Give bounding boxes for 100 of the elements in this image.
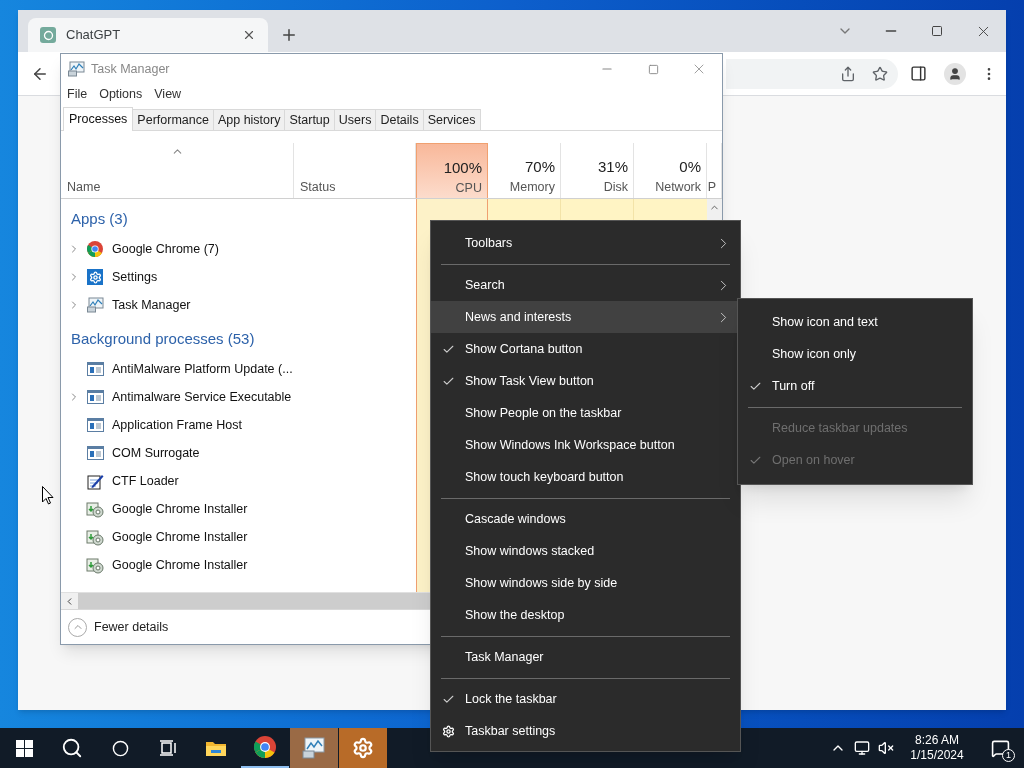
- column-header[interactable]: Name: [61, 143, 294, 198]
- windows-logo-icon: [15, 739, 33, 757]
- side-panel-icon[interactable]: [909, 65, 927, 82]
- mouse-pointer-icon: [42, 486, 54, 505]
- clock-time: 8:26 AM: [915, 733, 959, 748]
- maximize-icon[interactable]: [931, 25, 943, 37]
- column-label: Status: [300, 179, 336, 196]
- tab[interactable]: Performance: [133, 109, 214, 130]
- tab[interactable]: App history: [213, 109, 286, 130]
- process-name: Application Frame Host: [112, 416, 242, 434]
- menu-item[interactable]: Turn off: [738, 370, 972, 402]
- menu-item[interactable]: Show Cortana button: [431, 333, 740, 365]
- star-icon[interactable]: [872, 65, 888, 82]
- gear-icon: [352, 737, 374, 759]
- menu-item[interactable]: Options: [99, 84, 143, 104]
- new-tab-icon[interactable]: [280, 26, 298, 44]
- notification-icon[interactable]: [990, 738, 1010, 758]
- monitor-chart-icon: [86, 297, 104, 313]
- menu-item[interactable]: Lock the taskbar: [431, 683, 740, 715]
- notepad-pen-icon: [86, 472, 104, 490]
- column-header[interactable]: 0% Network: [634, 143, 707, 198]
- window-icon: [86, 446, 104, 460]
- tab[interactable]: Processes: [63, 107, 134, 131]
- close-icon[interactable]: [242, 28, 256, 42]
- volume-muted-icon[interactable]: [878, 740, 894, 756]
- menu-item[interactable]: Show Task View button: [431, 365, 740, 397]
- tab[interactable]: Details: [376, 109, 424, 130]
- installer-icon: [86, 528, 104, 546]
- group-heading: Background processes (53): [71, 329, 255, 349]
- menu-item[interactable]: Task Manager: [431, 641, 740, 673]
- menu-item: Open on hover: [738, 444, 972, 476]
- monitor-chart-icon: [68, 61, 85, 77]
- column-label: Name: [67, 179, 101, 196]
- process-name: Google Chrome Installer: [112, 500, 248, 518]
- menu-item[interactable]: Show icon only: [738, 338, 972, 370]
- process-name: Antimalware Service Executable: [112, 388, 292, 406]
- menu-item[interactable]: Show Windows Ink Workspace button: [431, 429, 740, 461]
- browser-tab[interactable]: ChatGPT: [28, 18, 268, 52]
- clock-date: 1/15/2024: [910, 748, 964, 763]
- menu-item[interactable]: Taskbar settings: [431, 715, 740, 747]
- search-icon[interactable]: [61, 737, 83, 759]
- menu-item[interactable]: Search: [431, 269, 740, 301]
- process-name: Google Chrome Installer: [112, 556, 248, 574]
- group-heading: Apps (3): [71, 209, 128, 229]
- chrome-logo-icon: [87, 241, 103, 257]
- column-reading: 0%: [679, 157, 701, 178]
- process-name: Google Chrome Installer: [112, 528, 248, 546]
- process-name: Task Manager: [112, 296, 191, 314]
- tab[interactable]: Services: [423, 109, 481, 130]
- fewer-details-link[interactable]: Fewer details: [94, 617, 169, 637]
- window-title: Task Manager: [91, 60, 171, 78]
- circle-icon[interactable]: [111, 739, 129, 757]
- column-label: P: [707, 179, 716, 196]
- tab[interactable]: Startup: [285, 109, 335, 130]
- column-label: CPU: [455, 180, 482, 197]
- menu-item[interactable]: Cascade windows: [431, 503, 740, 535]
- process-name: COM Surrogate: [112, 444, 200, 462]
- monitor-chart-icon: [302, 737, 326, 759]
- menu-item[interactable]: Show People on the taskbar: [431, 397, 740, 429]
- gear-icon: [441, 724, 455, 738]
- share-icon[interactable]: [840, 65, 856, 82]
- process-name: Google Chrome (7): [112, 240, 219, 258]
- menu-item[interactable]: Show touch keyboard button: [431, 461, 740, 493]
- column-header[interactable]: 70% Memory: [488, 143, 561, 198]
- column-header[interactable]: P: [707, 143, 722, 198]
- process-name: CTF Loader: [112, 472, 179, 490]
- process-name: Settings: [112, 268, 158, 286]
- column-header[interactable]: 31% Disk: [561, 143, 634, 198]
- column-reading: 100%: [443, 158, 482, 179]
- chrome-logo-icon: [254, 736, 276, 758]
- window-icon: [86, 418, 104, 432]
- installer-icon: [86, 500, 104, 518]
- column-label: Network: [655, 179, 701, 196]
- task-view-icon[interactable]: [159, 740, 177, 756]
- menu-item[interactable]: Show the desktop: [431, 599, 740, 631]
- tab-title: ChatGPT: [66, 26, 122, 45]
- column-label: Memory: [509, 179, 555, 196]
- folder-icon: [205, 739, 227, 757]
- process-name: AntiMalware Platform Update (...: [112, 360, 293, 378]
- menu-item[interactable]: Show windows side by side: [431, 567, 740, 599]
- menu-item[interactable]: News and interests: [431, 301, 740, 333]
- network-icon[interactable]: [854, 740, 870, 756]
- window-icon: [86, 390, 104, 404]
- column-reading: 70%: [524, 157, 555, 178]
- menu-item[interactable]: Show windows stacked: [431, 535, 740, 567]
- column-label: Disk: [603, 179, 628, 196]
- notification-count: 1: [1002, 749, 1015, 762]
- clock[interactable]: 8:26 AM 1/15/2024: [898, 733, 976, 763]
- menu-item[interactable]: Toolbars: [431, 227, 740, 259]
- tab[interactable]: Users: [334, 109, 377, 130]
- menu-item: Reduce taskbar updates: [771, 419, 909, 437]
- window-icon: [86, 362, 104, 376]
- profile-icon[interactable]: [944, 62, 966, 85]
- menu-item[interactable]: View: [154, 84, 182, 104]
- column-header[interactable]: 100% CPU: [416, 143, 488, 198]
- menu-item[interactable]: Show icon and text: [738, 306, 972, 338]
- menu-item[interactable]: File: [67, 84, 88, 104]
- logo-icon: [40, 27, 56, 43]
- column-reading: 31%: [597, 157, 628, 178]
- gear-icon: [87, 269, 103, 285]
